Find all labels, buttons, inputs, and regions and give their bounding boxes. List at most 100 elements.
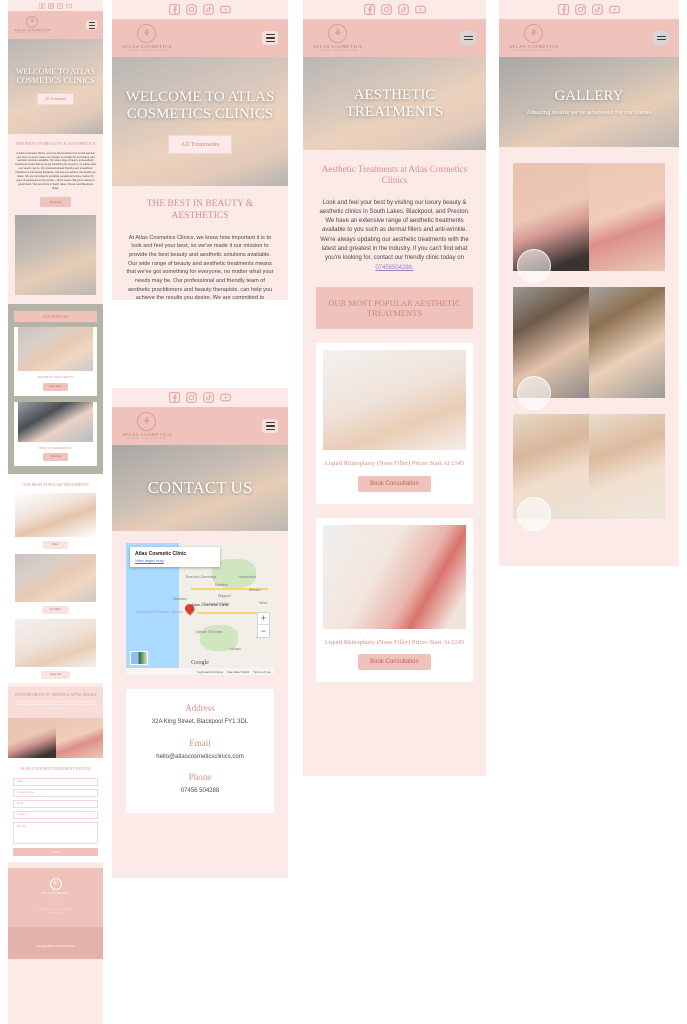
- menu-button[interactable]: [86, 20, 97, 30]
- treatment-card[interactable]: Liquid Rhinoplasty (Nose Filler) Prices …: [316, 517, 473, 683]
- hero-title: GALLERY: [554, 87, 624, 104]
- hero-contact: CONTACT US: [112, 445, 288, 531]
- youtube-icon[interactable]: [66, 3, 72, 9]
- facebook-icon[interactable]: [558, 4, 569, 15]
- instagram-icon[interactable]: [380, 4, 392, 15]
- service-card[interactable]: AESTHETIC TREATMENTS View Here: [14, 327, 97, 396]
- facebook-icon[interactable]: [169, 392, 180, 403]
- zoom-in-button[interactable]: +: [258, 613, 269, 625]
- logo-mark-icon: ⚘: [328, 23, 348, 43]
- navbar: ⚘ ATLAS COSMETICS COSMETIC CLINIC & ACAD…: [303, 19, 486, 57]
- logo[interactable]: ⚘ ATLAS COSMETICS COSMETIC CLINIC & ACAD…: [122, 411, 172, 441]
- watermark-logo-icon: [517, 497, 551, 531]
- terms-of-use-link[interactable]: Terms of Use: [253, 670, 271, 674]
- instagram-icon[interactable]: [48, 2, 54, 9]
- logo-tagline: COSMETIC CLINIC & ACADEMY: [317, 49, 358, 53]
- map-label: Lytham: [229, 647, 241, 652]
- logo[interactable]: ⚘ ATLAS COSMETICS COSMETIC CLINIC & ACAD…: [313, 23, 363, 53]
- footer-phone[interactable]: 07456504288: [12, 912, 99, 915]
- screen-contact: ⚘ ATLAS COSMETICS COSMETIC CLINIC & ACAD…: [112, 388, 288, 878]
- map-type-thumbnail[interactable]: [130, 651, 148, 665]
- email-placeholder: Email: [17, 802, 23, 806]
- map-label: Skippool: [217, 594, 231, 599]
- email-input[interactable]: Email: [13, 799, 98, 808]
- youtube-icon[interactable]: [609, 4, 620, 15]
- screen-aesthetic: ⚘ ATLAS COSMETICS COSMETIC CLINIC & ACAD…: [303, 0, 486, 776]
- map-road: [197, 611, 266, 614]
- service-card[interactable]: BEAUTY TREATMENTS About Us: [14, 401, 97, 466]
- youtube-icon[interactable]: [220, 4, 231, 15]
- section-body: Look and feel your best by visiting our …: [316, 199, 473, 273]
- about-us-button[interactable]: About Us: [43, 452, 68, 461]
- tiktok-icon[interactable]: [203, 392, 214, 403]
- logo[interactable]: ⚘ ATLAS COSMETICS COSMETIC CLINIC & ACAD…: [122, 23, 172, 53]
- tiktok-icon[interactable]: [397, 4, 409, 15]
- form-title: BOOK YOUR NEXT TREATMENT WITH US: [20, 767, 91, 772]
- location-select[interactable]: Location ▾: [13, 810, 98, 819]
- map-zoom-controls[interactable]: + −: [257, 611, 270, 638]
- message-textarea[interactable]: Message: [13, 821, 98, 844]
- tiktok-icon[interactable]: [592, 4, 603, 15]
- nose-job-button[interactable]: Nose Job: [41, 670, 70, 679]
- logo-tagline: COSMETIC CLINIC & ACADEMY: [126, 49, 167, 53]
- all-treatments-button[interactable]: All Treatments: [167, 134, 233, 154]
- screen-home: ⚘ ATLAS COSMETICS COSMETIC CLINIC & ACAD…: [8, 0, 103, 1024]
- view-here-button[interactable]: View Here: [42, 382, 69, 391]
- after-half: [589, 163, 665, 271]
- menu-button[interactable]: [262, 31, 278, 45]
- gallery-item[interactable]: [513, 163, 665, 283]
- logo[interactable]: ⚘ ATLAS COSMETICS COSMETIC CLINIC & ACAD…: [14, 15, 51, 34]
- hero-subtitle: Amazing results we've acheioved for our …: [526, 109, 652, 117]
- map-info-card[interactable]: Atlas Cosmetic Clinic View larger map: [130, 547, 220, 567]
- menu-button[interactable]: [460, 31, 476, 45]
- footer-logo-name: ATLAS COSMETICS: [41, 891, 70, 895]
- menu-button[interactable]: [262, 419, 278, 433]
- copyright-bar: Copyright Atlas Cosmetics Clinics: [8, 926, 103, 959]
- tiktok-icon[interactable]: [203, 4, 214, 15]
- instagram-icon[interactable]: [575, 4, 586, 15]
- service-title: BEAUTY TREATMENTS: [39, 445, 72, 450]
- section-body: At Atlas Cosmetics Clinics, we know how …: [126, 234, 274, 300]
- phone-value[interactable]: 07456 504288: [134, 787, 266, 796]
- social-bar: [112, 0, 288, 19]
- book-consultation-button[interactable]: Book Consultation: [358, 475, 431, 492]
- gallery-item[interactable]: [513, 287, 665, 410]
- youtube-icon[interactable]: [220, 392, 231, 403]
- hero-title: AESTHETIC TREATMENTS: [345, 86, 444, 120]
- book-consultation-button[interactable]: Book Consultation: [358, 654, 431, 671]
- about-us-button[interactable]: About Us: [40, 197, 71, 208]
- email-value[interactable]: hello@atlascosmeticsclinics.com: [134, 753, 266, 762]
- map[interactable]: Atlas Cosmetic Clinic View larger map At…: [126, 543, 274, 675]
- zoom-out-button[interactable]: −: [258, 625, 269, 637]
- results-body: We offer non-surgical beauty & aesthetic…: [14, 701, 97, 710]
- screen-home-large: ⚘ ATLAS COSMETICS COSMETIC CLINIC & ACAD…: [112, 0, 288, 300]
- youtube-icon[interactable]: [414, 4, 426, 15]
- facebook-icon[interactable]: [39, 2, 45, 9]
- instagram-icon[interactable]: [186, 4, 197, 15]
- lip-fillers-button[interactable]: Lip Fillers: [41, 605, 70, 614]
- address-value: 32A King Street, Blackpool FY1 3DL: [151, 719, 249, 726]
- treatment-card[interactable]: Liquid Rhinoplasty (Nose Filler) Prices …: [316, 342, 473, 504]
- map-label: Thornton-Cleveleys: [185, 574, 217, 579]
- map-footer: Keyboard shortcuts Map data ©2022 Terms …: [126, 668, 274, 675]
- instagram-icon[interactable]: [186, 392, 197, 403]
- logo[interactable]: ⚘ ATLAS COSMETICS COSMETIC CLINIC & ACAD…: [509, 23, 559, 53]
- keyboard-shortcuts-link[interactable]: Keyboard shortcuts: [197, 670, 223, 674]
- gallery-item[interactable]: [513, 414, 665, 531]
- phone-link[interactable]: 07456504288.: [375, 265, 413, 271]
- watermark-logo-icon: [517, 249, 551, 283]
- send-button[interactable]: Send: [13, 847, 98, 856]
- menu-button[interactable]: [653, 31, 669, 45]
- footer-logo-icon: ⚘: [49, 877, 62, 890]
- tiktok-icon[interactable]: [57, 2, 63, 9]
- facebook-icon[interactable]: [169, 4, 180, 15]
- all-treatments-button[interactable]: All Treatments: [36, 93, 75, 106]
- map-card-link[interactable]: View larger map: [135, 558, 215, 563]
- botox-button[interactable]: Botox: [43, 540, 68, 549]
- name-input[interactable]: Name: [13, 777, 98, 786]
- contact-number-input[interactable]: Contact Number: [13, 788, 98, 797]
- facebook-icon[interactable]: [363, 4, 375, 15]
- footer-email[interactable]: hello@atlascosmeticsclinics.com: [12, 908, 99, 911]
- before-half: [513, 414, 589, 531]
- section-title: THE BEST IN BEAUTY & AESTHETICS: [146, 199, 254, 221]
